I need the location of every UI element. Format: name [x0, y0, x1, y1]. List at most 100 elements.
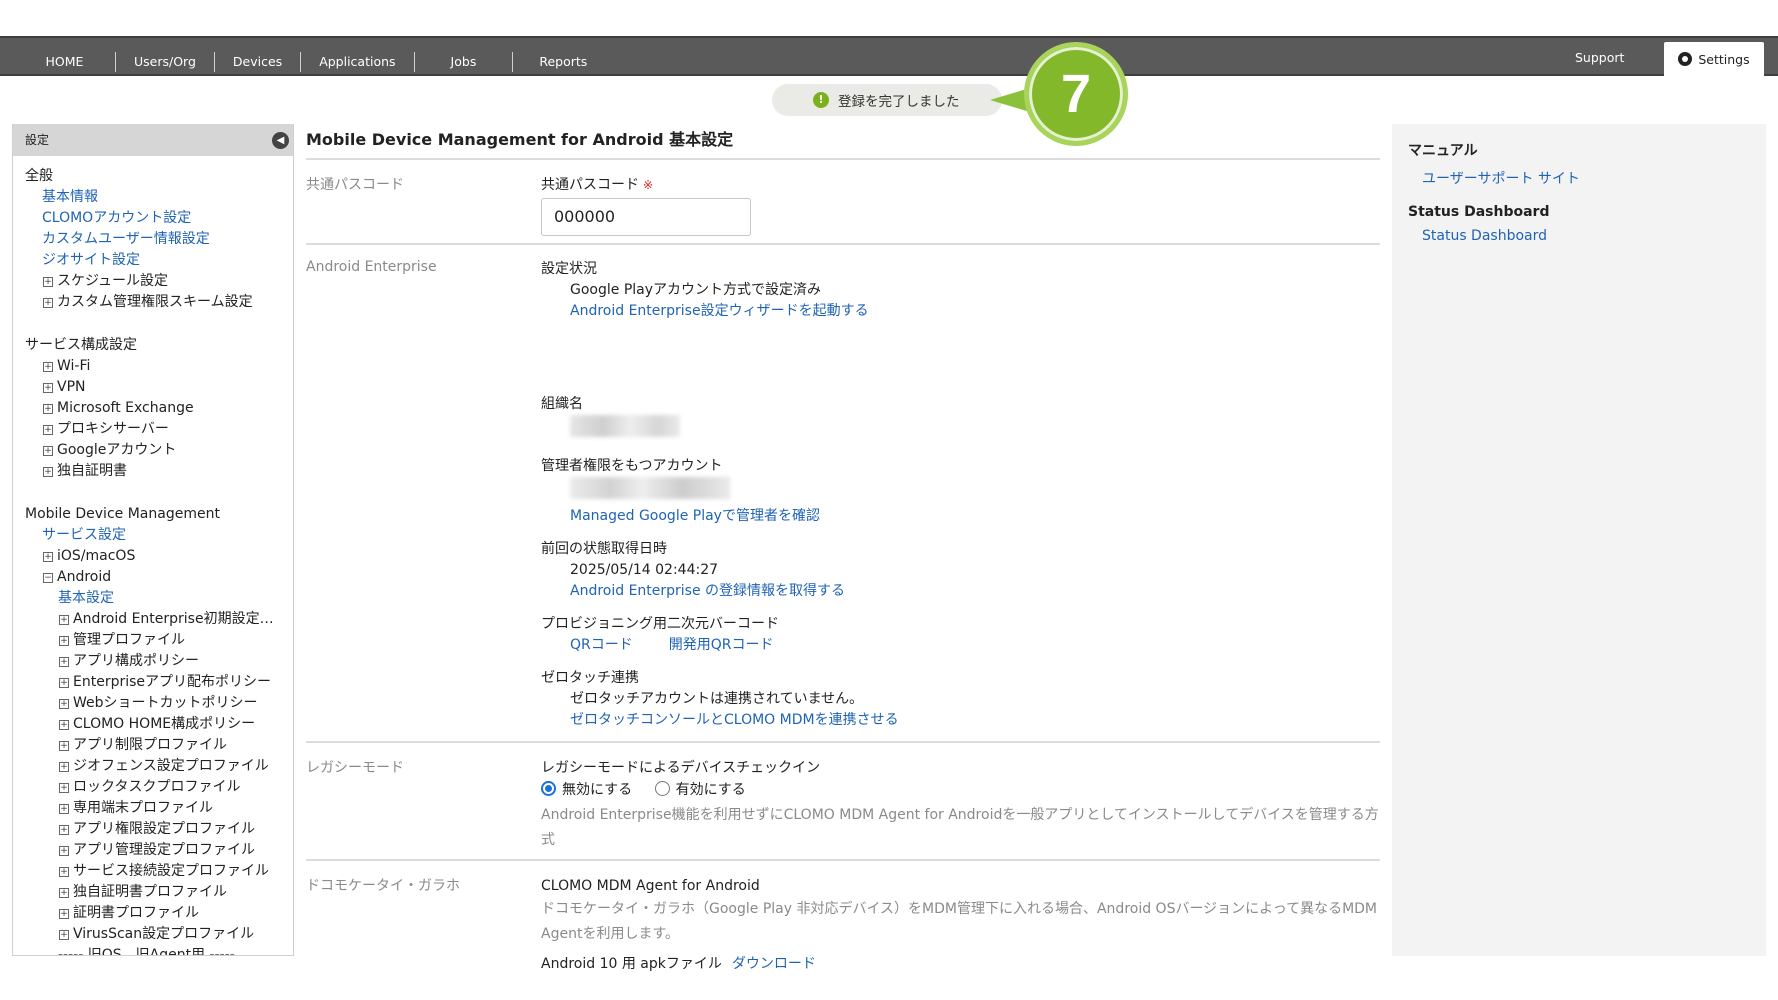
sidebar-item-service-settings[interactable]: サービス設定: [25, 525, 293, 546]
expand-icon[interactable]: +: [43, 298, 53, 308]
expand-icon[interactable]: +: [59, 930, 69, 940]
expand-icon[interactable]: +: [43, 404, 53, 414]
dev-qr-link[interactable]: 開発用QRコード: [669, 637, 774, 653]
sidebar-item-label: 独自証明書: [57, 463, 127, 479]
sidebar-item-exchange[interactable]: + Microsoft Exchange: [25, 398, 293, 419]
expand-icon[interactable]: +: [59, 720, 69, 730]
org-name-redacted: [570, 415, 680, 437]
sidebar-item-schedule[interactable]: + スケジュール設定: [25, 271, 293, 292]
admin-account-redacted: [570, 477, 730, 499]
sidebar-item-proxy[interactable]: + プロキシサーバー: [25, 419, 293, 440]
expand-icon[interactable]: +: [59, 825, 69, 835]
expand-icon[interactable]: +: [43, 446, 53, 456]
expand-icon[interactable]: +: [59, 804, 69, 814]
sidebar-item-custom-permission[interactable]: + カスタム管理権限スキーム設定: [25, 292, 293, 313]
sidebar-item-label: 証明書プロファイル: [73, 905, 199, 921]
sidebar-heading-mdm: Mobile Device Management: [25, 506, 220, 522]
passcode-field-label: 共通パスコード: [541, 177, 639, 193]
admin-link[interactable]: Managed Google Playで管理者を確認: [541, 506, 1380, 527]
expand-icon[interactable]: +: [59, 636, 69, 646]
zerotouch-link[interactable]: ゼロタッチコンソールとCLOMO MDMを連携させる: [541, 710, 1380, 731]
top-nav-bar: HOME Users/Org Devices Applications Jobs…: [0, 36, 1778, 76]
last-fetch-value: 2025/05/14 02:44:27: [570, 562, 719, 578]
support-site-link[interactable]: ユーザーサポート サイト: [1408, 168, 1766, 188]
sidebar-item-android-3[interactable]: + Enterpriseアプリ配布ポリシー: [25, 672, 293, 693]
admin-heading: 管理者権限をもつアカウント: [541, 458, 723, 474]
sidebar-item-android-10[interactable]: + アプリ権限設定プロファイル: [25, 819, 293, 840]
sidebar-item-vpn[interactable]: + VPN: [25, 377, 293, 398]
expand-icon[interactable]: +: [59, 657, 69, 667]
sidebar-item-android-9[interactable]: + 専用端末プロファイル: [25, 798, 293, 819]
sidebar-heading-general: 全般: [25, 168, 53, 184]
nav-users-org[interactable]: Users/Org: [116, 52, 215, 72]
sidebar-header: 設定 ◀: [13, 124, 293, 156]
status-dashboard-link[interactable]: Status Dashboard: [1408, 228, 1766, 244]
expand-icon[interactable]: +: [59, 846, 69, 856]
expand-icon[interactable]: +: [43, 552, 53, 562]
sidebar-item-own-cert[interactable]: + 独自証明書: [25, 461, 293, 482]
sidebar-item-android-4[interactable]: + Webショートカットポリシー: [25, 693, 293, 714]
download-link[interactable]: ダウンロード: [732, 956, 816, 972]
sidebar-item-label: 管理プロファイル: [73, 632, 185, 648]
nav-jobs[interactable]: Jobs: [415, 52, 514, 72]
legacy-on-label[interactable]: 有効にする: [676, 782, 746, 798]
nav-reports[interactable]: Reports: [513, 52, 613, 72]
sidebar-item-android-0[interactable]: + Android Enterprise初期設定…: [25, 609, 293, 630]
zerotouch-heading: ゼロタッチ連携: [541, 670, 639, 686]
sidebar-item-android-basic[interactable]: 基本設定: [25, 588, 293, 609]
sidebar-item-ios[interactable]: + iOS/macOS: [25, 546, 293, 567]
sidebar-item-custom-user-info[interactable]: カスタムユーザー情報設定: [25, 229, 293, 250]
legacy-off-radio[interactable]: [541, 781, 556, 796]
expand-icon[interactable]: +: [59, 888, 69, 898]
fetch-info-link[interactable]: Android Enterprise の登録情報を取得する: [541, 581, 1380, 602]
qr-link[interactable]: QRコード: [570, 637, 633, 653]
nav-applications[interactable]: Applications: [301, 52, 415, 72]
legacy-off-label[interactable]: 無効にする: [562, 782, 632, 798]
sidebar-item-android-8[interactable]: + ロックタスクプロファイル: [25, 777, 293, 798]
docomo-note: ドコモケータイ・ガラホ（Google Play 非対応デバイス）をMDM管理下に…: [541, 901, 1378, 942]
collapse-icon[interactable]: ◀: [272, 132, 289, 149]
sidebar-item-label: サービス接続設定プロファイル: [73, 863, 269, 879]
sidebar-item-android-7[interactable]: + ジオフェンス設定プロファイル: [25, 756, 293, 777]
sidebar-item-android-14[interactable]: + 証明書プロファイル: [25, 903, 293, 924]
sidebar-title: 設定: [25, 133, 50, 147]
sidebar-item-android-15[interactable]: + VirusScan設定プロファイル: [25, 924, 293, 945]
sidebar-item-basic-info[interactable]: 基本情報: [25, 187, 293, 208]
sidebar-item-wifi[interactable]: + Wi-Fi: [25, 356, 293, 377]
expand-icon[interactable]: +: [59, 762, 69, 772]
sidebar-item-google-account[interactable]: + Googleアカウント: [25, 440, 293, 461]
expand-icon[interactable]: +: [43, 277, 53, 287]
collapse-tree-icon[interactable]: −: [43, 573, 53, 583]
sidebar-item-android-2[interactable]: + アプリ構成ポリシー: [25, 651, 293, 672]
sidebar-item-geosite[interactable]: ジオサイト設定: [25, 250, 293, 271]
expand-icon[interactable]: +: [59, 909, 69, 919]
sidebar-item-android-5[interactable]: + CLOMO HOME構成ポリシー: [25, 714, 293, 735]
nav-home[interactable]: HOME: [14, 52, 116, 72]
sidebar-item-clomo-account[interactable]: CLOMOアカウント設定: [25, 208, 293, 229]
expand-icon[interactable]: +: [59, 615, 69, 625]
expand-icon[interactable]: +: [59, 699, 69, 709]
sidebar-item-label: CLOMO HOME構成ポリシー: [73, 716, 256, 732]
nav-devices[interactable]: Devices: [215, 52, 302, 72]
sidebar-item-android-11[interactable]: + アプリ管理設定プロファイル: [25, 840, 293, 861]
expand-icon[interactable]: +: [43, 425, 53, 435]
nav-support[interactable]: Support: [1575, 50, 1624, 65]
expand-icon[interactable]: +: [59, 678, 69, 688]
expand-icon[interactable]: +: [59, 867, 69, 877]
sidebar-separator: ----- 旧OS、旧Agent用 -----: [58, 947, 235, 956]
sidebar-item-android[interactable]: − Android: [25, 567, 293, 588]
expand-icon[interactable]: +: [43, 383, 53, 393]
nav-settings-tab[interactable]: Settings: [1664, 42, 1764, 76]
sidebar-item-android-12[interactable]: + サービス接続設定プロファイル: [25, 861, 293, 882]
expand-icon[interactable]: +: [59, 783, 69, 793]
expand-icon[interactable]: +: [43, 362, 53, 372]
sidebar-item-android-6[interactable]: + アプリ制限プロファイル: [25, 735, 293, 756]
sidebar-item-label: カスタム管理権限スキーム設定: [57, 294, 253, 310]
passcode-input[interactable]: 000000: [541, 198, 751, 236]
expand-icon[interactable]: +: [43, 467, 53, 477]
legacy-on-radio[interactable]: [654, 781, 670, 796]
sidebar-item-android-1[interactable]: + 管理プロファイル: [25, 630, 293, 651]
expand-icon[interactable]: +: [59, 741, 69, 751]
wizard-link[interactable]: Android Enterprise設定ウィザードを起動する: [541, 301, 1380, 322]
sidebar-item-android-13[interactable]: + 独自証明書プロファイル: [25, 882, 293, 903]
